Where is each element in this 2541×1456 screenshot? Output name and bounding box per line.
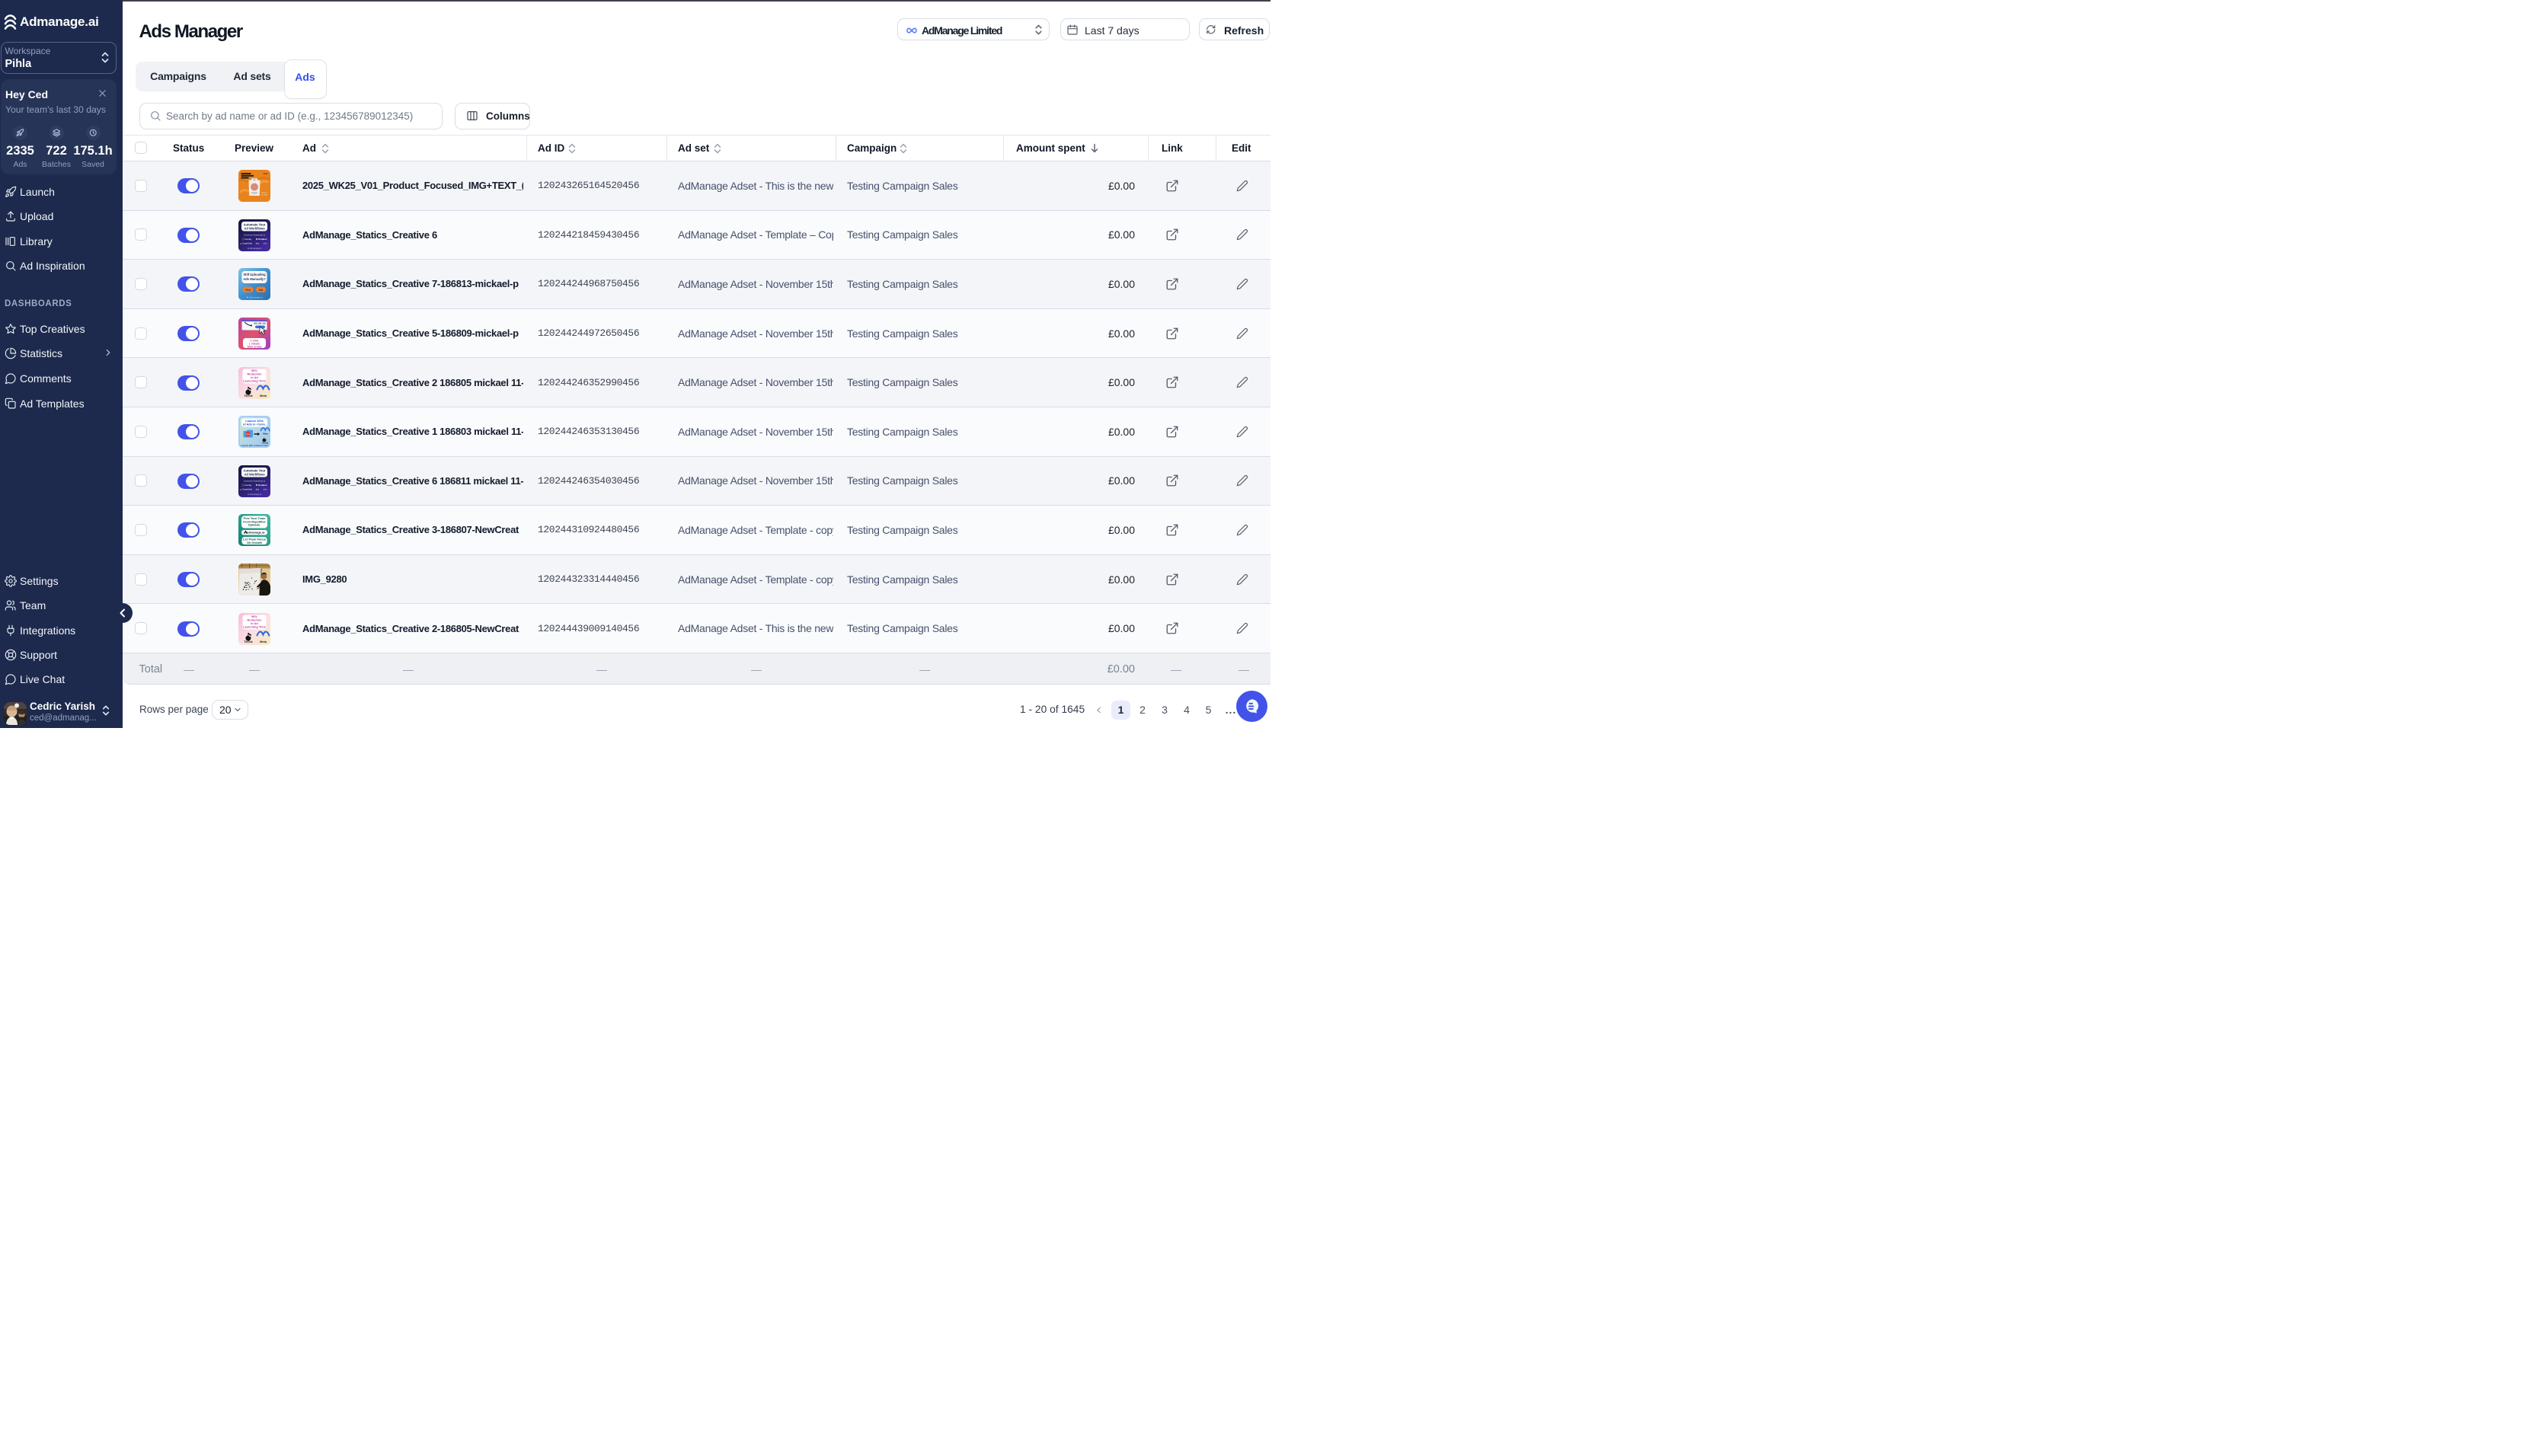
svg-text:Meta: Meta	[263, 433, 268, 436]
svg-text:▲ SmartSuite: ▲ SmartSuite	[240, 487, 253, 490]
svg-text:Meta: Meta	[260, 394, 267, 397]
svg-text:TikTok: TikTok	[244, 394, 252, 397]
svg-text:box: box	[256, 241, 260, 244]
svg-text:Connected Seamlessly to: Connected Seamlessly to	[244, 234, 266, 236]
svg-text:Easy to: Easy to	[261, 192, 267, 194]
svg-text:box: box	[256, 487, 260, 490]
svg-text:▲ SmartSuite: ▲ SmartSuite	[240, 241, 253, 244]
svg-text:Admanage.ai: Admanage.ai	[246, 531, 265, 535]
svg-text:☘ Admanage.ai: ☘ Admanage.ai	[248, 247, 262, 250]
svg-text:❖ Dropbox: ❖ Dropbox	[256, 238, 267, 241]
svg-text:On Growth: On Growth	[247, 541, 263, 544]
svg-text:Meta: Meta	[260, 640, 267, 643]
svg-text:Ads Manually?: Ads Manually?	[243, 277, 266, 281]
svg-text:zoho: zoho	[263, 488, 267, 490]
svg-text:Launching Time: Launching Time	[243, 378, 267, 382]
svg-text:Ad Workflows: Ad Workflows	[244, 226, 265, 230]
svg-text:Launching Time: Launching Time	[243, 624, 267, 628]
svg-text:Uploads.: Uploads.	[248, 523, 260, 527]
svg-text:No: No	[259, 288, 264, 292]
svg-text:zoho: zoho	[263, 242, 267, 244]
svg-text:ⓘ monday: ⓘ monday	[242, 484, 252, 487]
svg-text:Connected Seamlessly to: Connected Seamlessly to	[244, 480, 266, 482]
svg-text:☘ Admanage.ai: ☘ Admanage.ai	[248, 493, 262, 496]
svg-text:TikTok: TikTok	[245, 434, 251, 436]
svg-text:TikTok: TikTok	[262, 442, 269, 445]
svg-text:❖ Dropbox: ❖ Dropbox	[256, 484, 267, 487]
svg-text:100s of ads: 100s of ads	[247, 346, 261, 349]
svg-text:TikTok: TikTok	[244, 640, 252, 643]
svg-text:of Ads in <1min.: of Ads in <1min.	[243, 423, 266, 426]
svg-text:Launch 100s of Ads in 1 min: Launch 100s of Ads in 1 min	[241, 444, 268, 447]
svg-text:Yes: Yes	[245, 288, 251, 292]
svg-text:☘ Admanage.ai: ☘ Admanage.ai	[246, 296, 262, 299]
svg-text:use GLP: use GLP	[261, 195, 268, 196]
svg-text:Still Uploading: Still Uploading	[243, 273, 266, 276]
svg-text:Ad Workflows: Ad Workflows	[244, 472, 265, 476]
svg-text:ⓘ monday: ⓘ monday	[242, 238, 252, 241]
